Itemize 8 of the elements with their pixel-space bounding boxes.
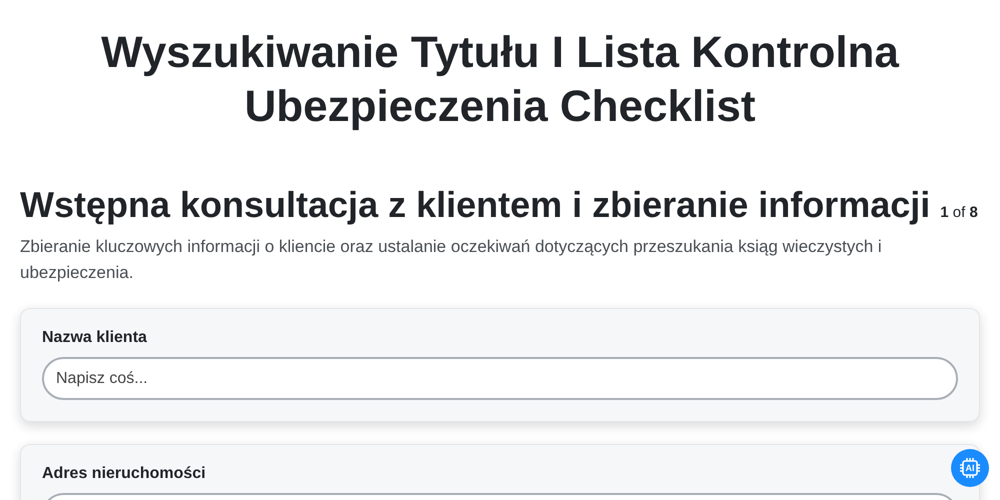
step-counter: 1 of 8 — [940, 204, 978, 221]
field-label: Nazwa klienta — [42, 329, 148, 347]
chip-icon — [958, 456, 982, 480]
field-label: Adres nieruchomości — [42, 465, 207, 483]
text-field[interactable]: Napisz coś... — [42, 357, 958, 400]
section-heading: Wstępna konsultacja z klientem i zbieranie informacji — [20, 184, 930, 226]
page-title: Wyszukiwanie Tytułu I Lista Kontrolna Ubezpieczenia Checklist — [100, 27, 900, 133]
section-description: Zbieranie kluczowych informacji o kliencie oraz ustalanie oczekiwań dotyczących przeszukania ksiąg wieczystych i ubezpieczenia. — [20, 236, 883, 284]
